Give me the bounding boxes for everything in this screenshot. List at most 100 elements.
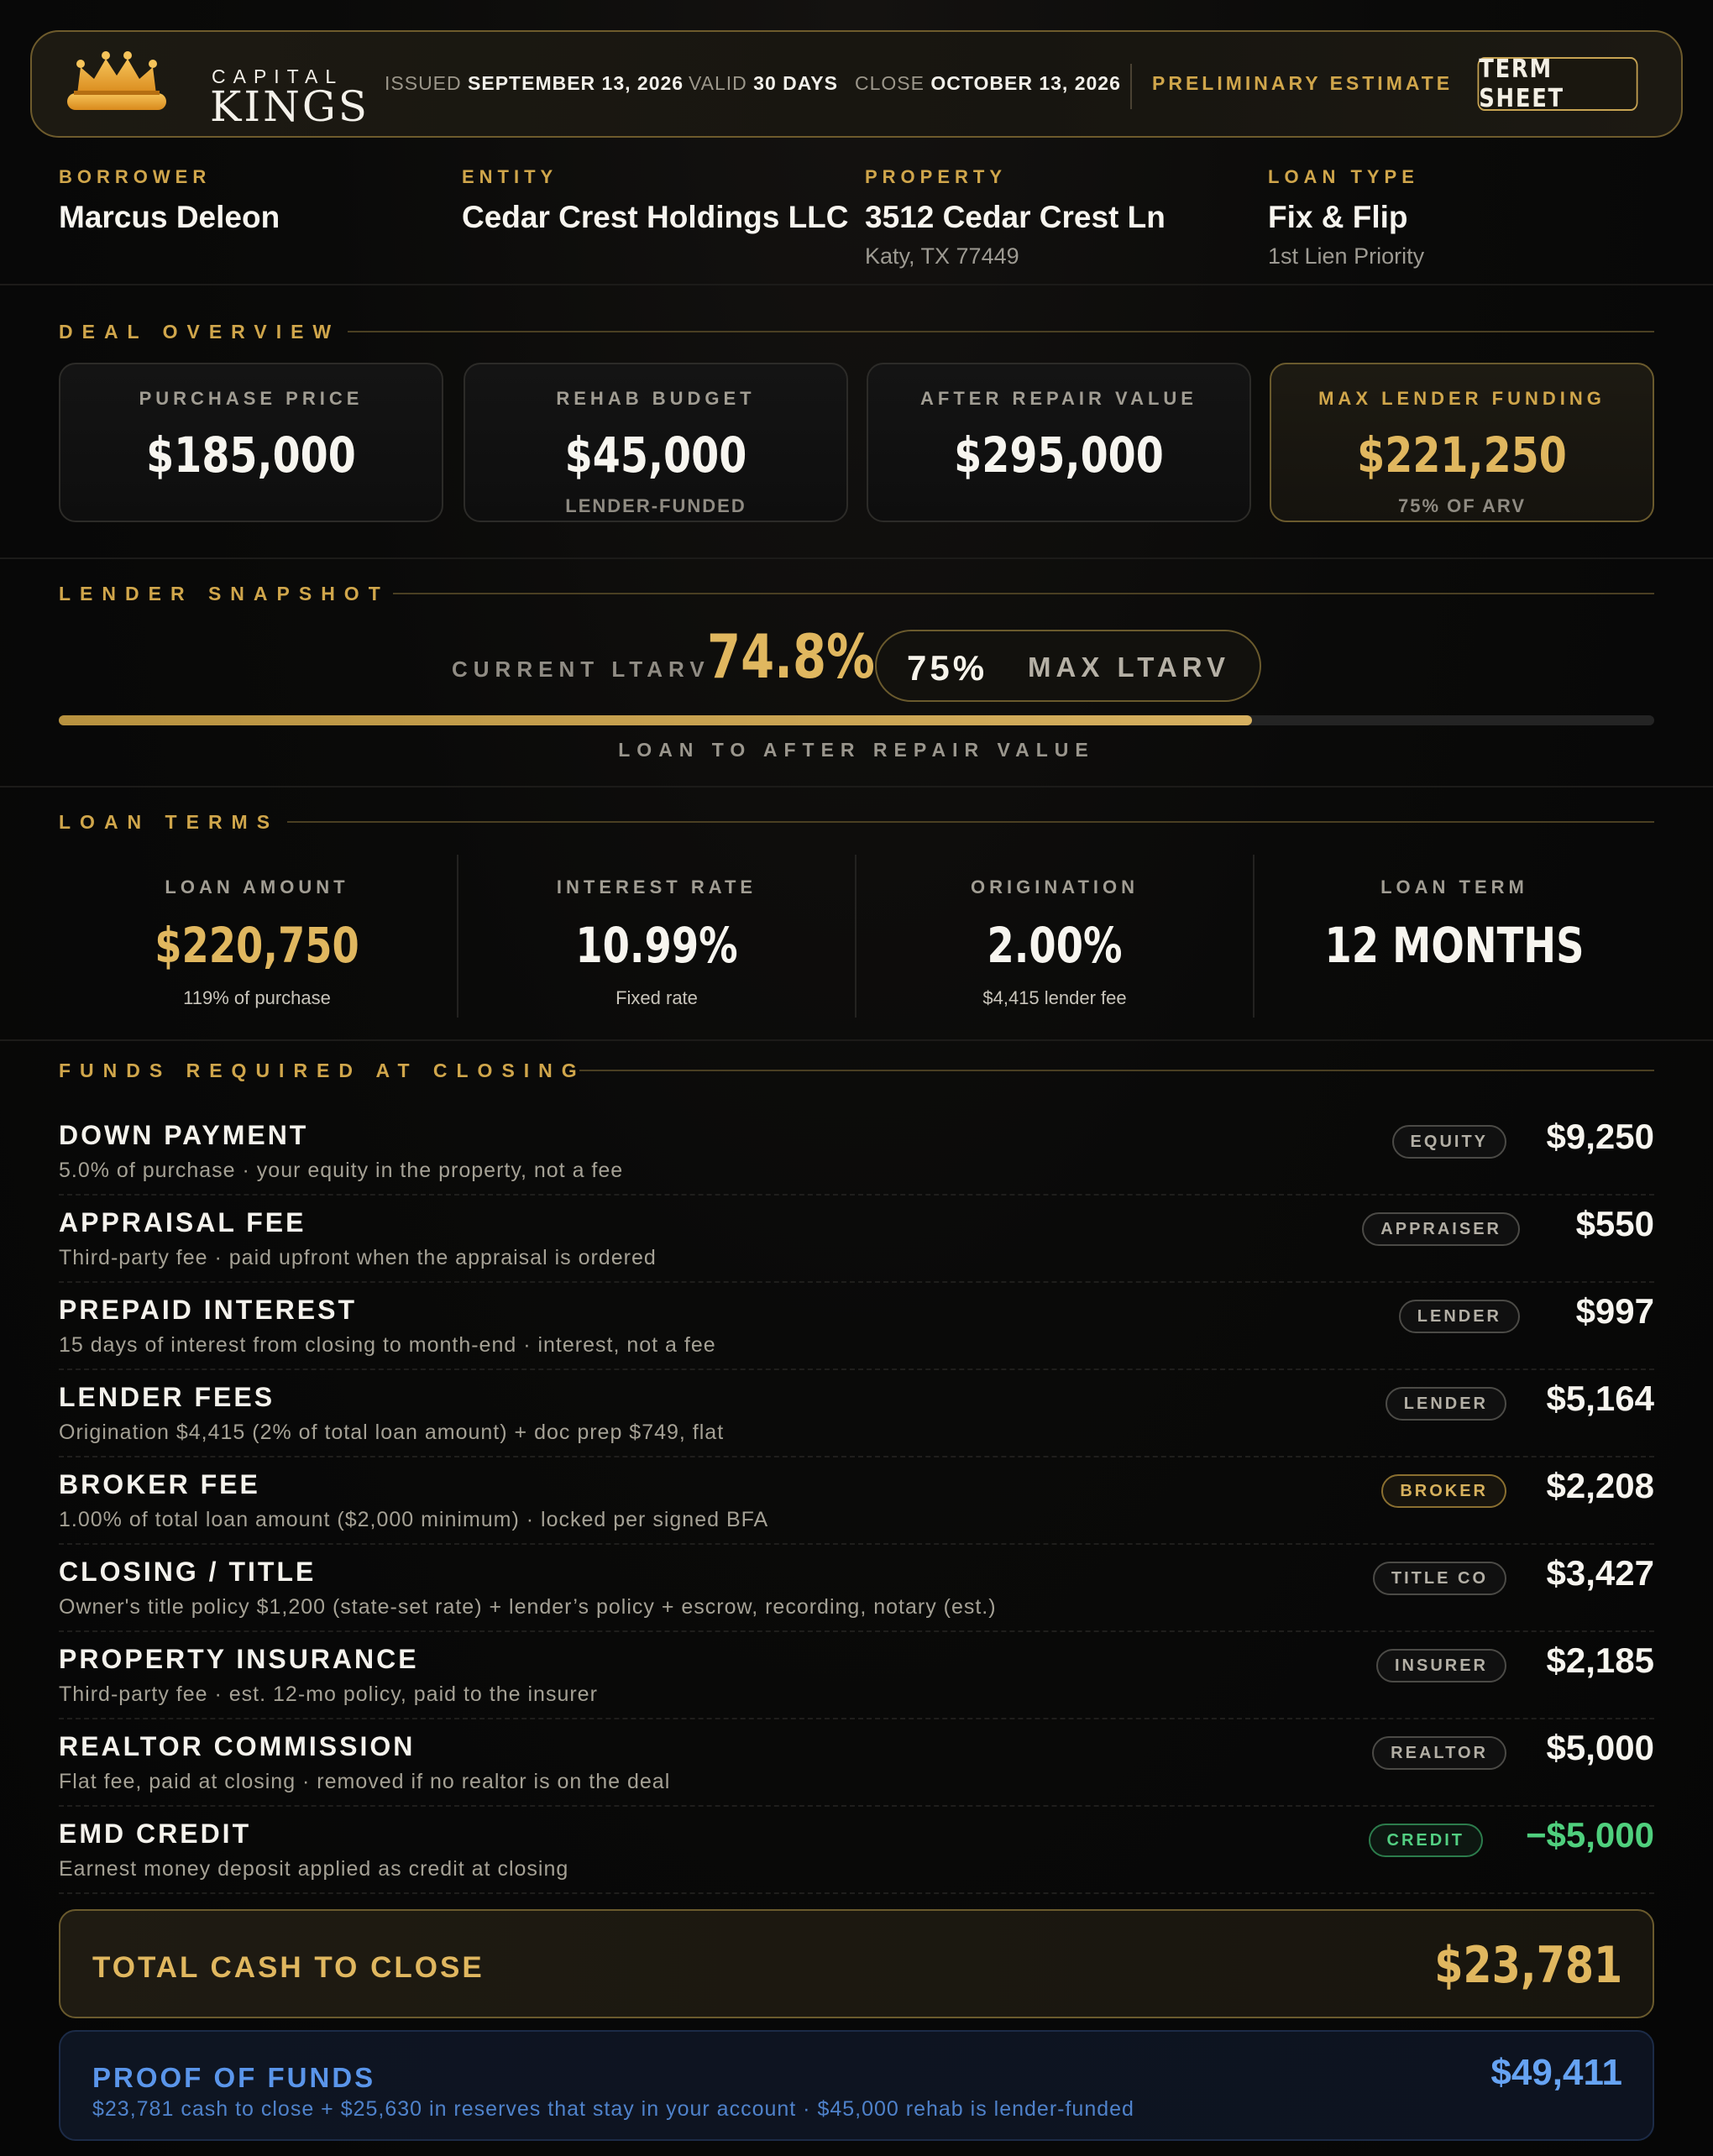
list-item: BROKER FEE 1.00% of total loan amount ($…: [59, 1457, 1654, 1545]
rehab-budget-card: REHAB BUDGET $45,000 LENDER-FUNDED: [464, 363, 848, 522]
entity-block: ENTITY Cedar Crest Holdings LLC: [462, 166, 849, 235]
section-rule: [579, 1070, 1654, 1071]
current-ltarv-label: CURRENT LTARV: [452, 657, 710, 682]
proof-of-funds-value: $49,411: [1490, 2052, 1622, 2093]
loan-type-label: LOAN TYPE: [1268, 166, 1419, 187]
list-item: EMD CREDIT Earnest money deposit applied…: [59, 1807, 1654, 1894]
section-rule: [393, 593, 1654, 594]
term-sub: Fixed rate: [616, 987, 698, 1008]
card-value: $295,000: [954, 426, 1164, 484]
card-value: $45,000: [564, 426, 747, 484]
fee-name: PROPERTY INSURANCE: [59, 1644, 419, 1674]
term-label: ORIGINATION: [970, 877, 1139, 897]
payee-badge: LENDER: [1398, 1300, 1520, 1333]
fee-amount: $5,164: [1546, 1379, 1654, 1418]
proof-of-funds-description: $23,781 cash to close + $25,630 in reser…: [92, 2097, 1134, 2121]
term-value: $220,750: [155, 917, 359, 974]
payee-badge: CREDIT: [1368, 1824, 1483, 1857]
fee-description: Third-party fee · est. 12-mo policy, pai…: [59, 1682, 598, 1706]
term-value: 2.00%: [987, 917, 1123, 974]
divider: [0, 557, 1713, 559]
fee-amount: $3,427: [1546, 1553, 1654, 1593]
fee-description: 5.0% of purchase · your equity in the pr…: [59, 1159, 624, 1182]
term-sub: $4,415 lender fee: [982, 987, 1127, 1008]
term-value: 10.99%: [575, 917, 738, 974]
card-sub: 75% OF ARV: [1397, 495, 1527, 516]
funds-required-title: FUNDS REQUIRED AT CLOSING: [59, 1060, 586, 1081]
interest-rate-term: INTEREST RATE 10.99% Fixed rate: [458, 856, 855, 1021]
fee-name: DOWN PAYMENT: [59, 1120, 309, 1150]
borrower-block: BORROWER Marcus Deleon: [59, 166, 280, 235]
section-rule: [348, 331, 1654, 332]
fee-description: Third-party fee · paid upfront when the …: [59, 1246, 657, 1269]
list-item: CLOSING / TITLE Owner's title policy $1,…: [59, 1545, 1654, 1632]
term-divider: [1253, 855, 1255, 1018]
divider: [0, 284, 1713, 285]
property-city: Katy, TX 77449: [865, 243, 1019, 269]
valid-period: VALID 30 DAYS: [689, 72, 838, 94]
term-sub: 119% of purchase: [183, 987, 331, 1008]
term-value: 12 MONTHS: [1324, 917, 1585, 974]
card-label: PURCHASE PRICE: [139, 388, 364, 409]
total-label: TOTAL CASH TO CLOSE: [92, 1951, 485, 1984]
ltarv-progress-fill: [59, 715, 1253, 725]
total-value: $23,781: [1433, 1936, 1622, 1995]
card-label: REHAB BUDGET: [556, 388, 756, 409]
term-sheet-button[interactable]: TERM SHEET: [1477, 55, 1638, 113]
fee-name: PREPAID INTEREST: [59, 1295, 357, 1325]
payee-badge: APPRAISER: [1362, 1212, 1520, 1246]
payee-badge: LENDER: [1385, 1387, 1506, 1421]
max-ltarv-value: 75%: [907, 648, 988, 688]
payee-badge: REALTOR: [1372, 1736, 1506, 1770]
proof-of-funds-box: PROOF OF FUNDS $23,781 cash to close + $…: [59, 2030, 1654, 2141]
fee-name: EMD CREDIT: [59, 1818, 252, 1849]
payee-badge: EQUITY: [1391, 1125, 1506, 1159]
fee-amount: $2,185: [1546, 1641, 1654, 1680]
divider: [0, 1039, 1713, 1041]
close-date: CLOSE OCTOBER 13, 2026: [855, 72, 1121, 94]
fee-description: Owner's title policy $1,200 (state-set r…: [59, 1595, 997, 1619]
property-address: 3512 Cedar Crest Ln: [865, 200, 1166, 234]
entity-label: ENTITY: [462, 166, 558, 187]
lender-snapshot-title: LENDER SNAPSHOT: [59, 583, 390, 604]
header-divider: [1130, 64, 1132, 109]
loan-type-value: Fix & Flip: [1268, 200, 1408, 234]
lien-priority: 1st Lien Priority: [1268, 243, 1425, 269]
fee-amount: $2,208: [1546, 1466, 1654, 1505]
term-sheet-page: CAPITAL KINGS ISSUED SEPTEMBER 13, 2026 …: [0, 0, 1713, 2156]
payee-badge: TITLE CO: [1372, 1562, 1506, 1595]
borrower-value: Marcus Deleon: [59, 200, 280, 234]
card-value: $185,000: [146, 426, 356, 484]
fee-description: Earnest money deposit applied as credit …: [59, 1857, 569, 1881]
section-rule: [287, 821, 1654, 823]
origination-term: ORIGINATION 2.00% $4,415 lender fee: [856, 856, 1253, 1021]
max-lender-funding-card: MAX LENDER FUNDING $221,250 75% OF ARV: [1270, 363, 1654, 522]
list-item: LENDER FEES Origination $4,415 (2% of to…: [59, 1370, 1654, 1457]
loan-terms-title: LOAN TERMS: [59, 811, 280, 833]
fee-description: Origination $4,415 (2% of total loan amo…: [59, 1421, 725, 1444]
purchase-price-card: PURCHASE PRICE $185,000: [59, 363, 443, 522]
brand-logo: CAPITAL KINGS: [62, 47, 367, 131]
brand-name-main: KINGS: [210, 82, 370, 131]
list-item: PREPAID INTEREST 15 days of interest fro…: [59, 1283, 1654, 1370]
loan-type-block: LOAN TYPE Fix & Flip 1st Lien Priority: [1268, 166, 1424, 270]
fee-description: 15 days of interest from closing to mont…: [59, 1333, 716, 1357]
header-bar: CAPITAL KINGS ISSUED SEPTEMBER 13, 2026 …: [30, 30, 1683, 138]
fee-description: 1.00% of total loan amount ($2,000 minim…: [59, 1508, 769, 1531]
property-block: PROPERTY 3512 Cedar Crest Ln Katy, TX 77…: [865, 166, 1166, 270]
fee-amount: $550: [1575, 1204, 1654, 1243]
current-ltarv-value: 74.8%: [707, 621, 875, 692]
fee-name: CLOSING / TITLE: [59, 1557, 317, 1587]
deal-overview-title: DEAL OVERVIEW: [59, 321, 341, 343]
payee-badge: BROKER: [1381, 1474, 1506, 1508]
entity-value: Cedar Crest Holdings LLC: [462, 200, 849, 234]
fee-amount: $5,000: [1546, 1728, 1654, 1767]
max-ltarv-pill: 75% MAX LTARV: [875, 630, 1261, 702]
fee-description: Flat fee, paid at closing · removed if n…: [59, 1770, 671, 1793]
crown-icon: [67, 51, 166, 110]
loan-amount-term: LOAN AMOUNT $220,750 119% of purchase: [59, 856, 455, 1021]
issued-date: ISSUED SEPTEMBER 13, 2026: [385, 72, 684, 94]
status-badge: PRELIMINARY ESTIMATE: [1152, 72, 1454, 94]
total-cash-to-close: TOTAL CASH TO CLOSE $23,781: [59, 1909, 1654, 2018]
list-item: PROPERTY INSURANCE Third-party fee · est…: [59, 1632, 1654, 1719]
